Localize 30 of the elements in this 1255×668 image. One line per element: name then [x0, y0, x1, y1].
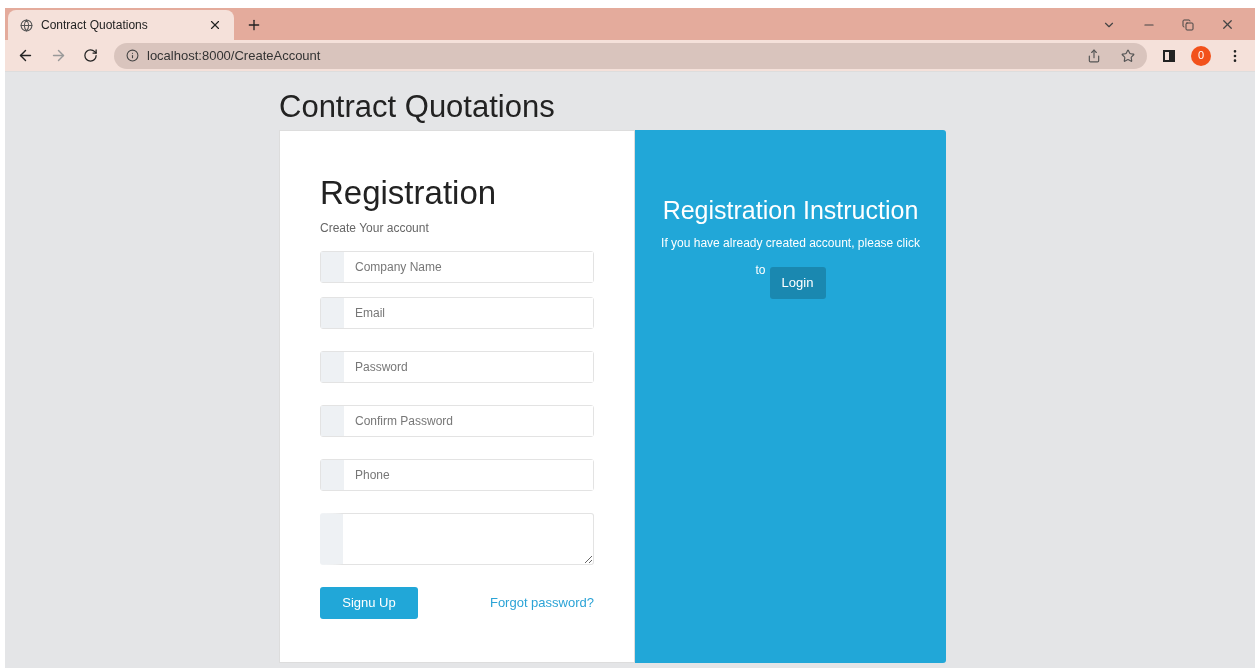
tab-title: Contract Quotations: [41, 17, 149, 34]
registration-heading: Registration: [320, 173, 498, 213]
restore-icon[interactable]: [1182, 18, 1194, 31]
star-icon[interactable]: [1121, 48, 1135, 63]
close-icon[interactable]: [208, 18, 222, 32]
reload-icon[interactable]: [83, 48, 98, 63]
new-tab-icon[interactable]: [246, 17, 262, 33]
instruction-text: If you have already created account, please click: [661, 235, 920, 252]
close-window-icon[interactable]: [1220, 17, 1235, 32]
address-text: localhost:8000/CreateAccount: [147, 46, 322, 65]
info-icon: [126, 49, 139, 62]
instruction-heading: Registration Instruction: [662, 195, 919, 226]
address-bar[interactable]: localhost:8000/CreateAccount: [114, 42, 1147, 69]
forgot-password-link[interactable]: Forgot password?: [489, 593, 594, 613]
input-field[interactable]: Confirm Password: [320, 405, 594, 437]
instruction-prefix: to: [755, 262, 766, 279]
side-panel-icon[interactable]: [1163, 49, 1175, 62]
signup-button[interactable]: Signu Up: [320, 587, 418, 619]
input-field[interactable]: Company Name: [320, 251, 594, 283]
registration-subtitle: Create Your account: [320, 220, 430, 237]
input-field[interactable]: Email: [320, 297, 594, 329]
back-icon[interactable]: [17, 47, 34, 64]
input-field[interactable]: Phone: [320, 459, 594, 491]
input-field[interactable]: Password: [320, 351, 594, 383]
globe-icon: [20, 18, 33, 32]
share-icon[interactable]: [1087, 48, 1101, 63]
profile-avatar[interactable]: 0: [1191, 45, 1211, 66]
login-button[interactable]: Login: [769, 267, 826, 299]
browser-tab[interactable]: Contract Quotations: [8, 10, 234, 40]
page-title: Contract Quotations: [279, 88, 556, 126]
